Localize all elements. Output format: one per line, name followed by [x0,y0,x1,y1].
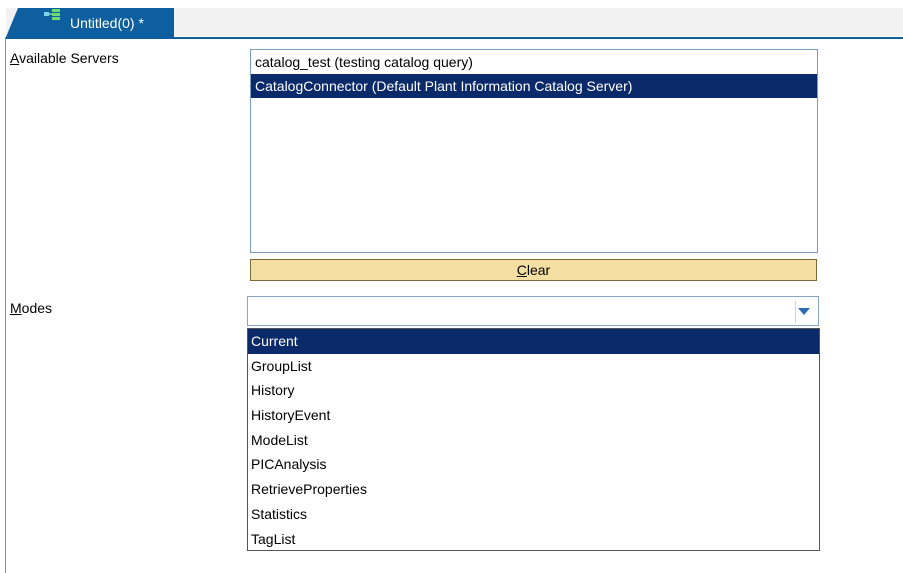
modes-option[interactable]: HistoryEvent [248,403,819,428]
modes-option[interactable]: History [248,378,819,403]
clear-button[interactable]: Clear [250,259,817,281]
modes-option[interactable]: Statistics [248,502,819,527]
panel-left-border [5,37,6,573]
modes-label: Modes [10,300,53,316]
available-servers-list[interactable]: catalog_test (testing catalog query) Cata… [250,49,818,253]
chevron-down-icon[interactable] [798,308,810,315]
modes-option[interactable]: TagList [248,527,819,552]
tab-untitled[interactable]: Untitled(0) * [6,8,174,37]
modes-option[interactable]: RetrieveProperties [248,477,819,502]
tab-strip: Untitled(0) * [0,0,903,39]
modes-dropdown-list[interactable]: Current GroupList History HistoryEvent ModeL… [247,328,820,551]
server-list-item[interactable]: catalog_test (testing catalog query) [251,50,817,74]
document-tree-icon [44,9,60,20]
tab-label: Untitled(0) * [70,14,144,31]
server-list-item[interactable]: CatalogConnector (Default Plant Informat… [251,74,817,98]
tab-underline [6,37,903,39]
combo-divider [795,301,796,323]
modes-option[interactable]: Current [248,329,819,354]
modes-option[interactable]: PICAnalysis [248,452,819,477]
modes-option[interactable]: ModeList [248,428,819,453]
modes-option[interactable]: GroupList [248,354,819,379]
modes-combobox[interactable] [247,296,819,326]
available-servers-label: Available Servers [10,50,119,66]
